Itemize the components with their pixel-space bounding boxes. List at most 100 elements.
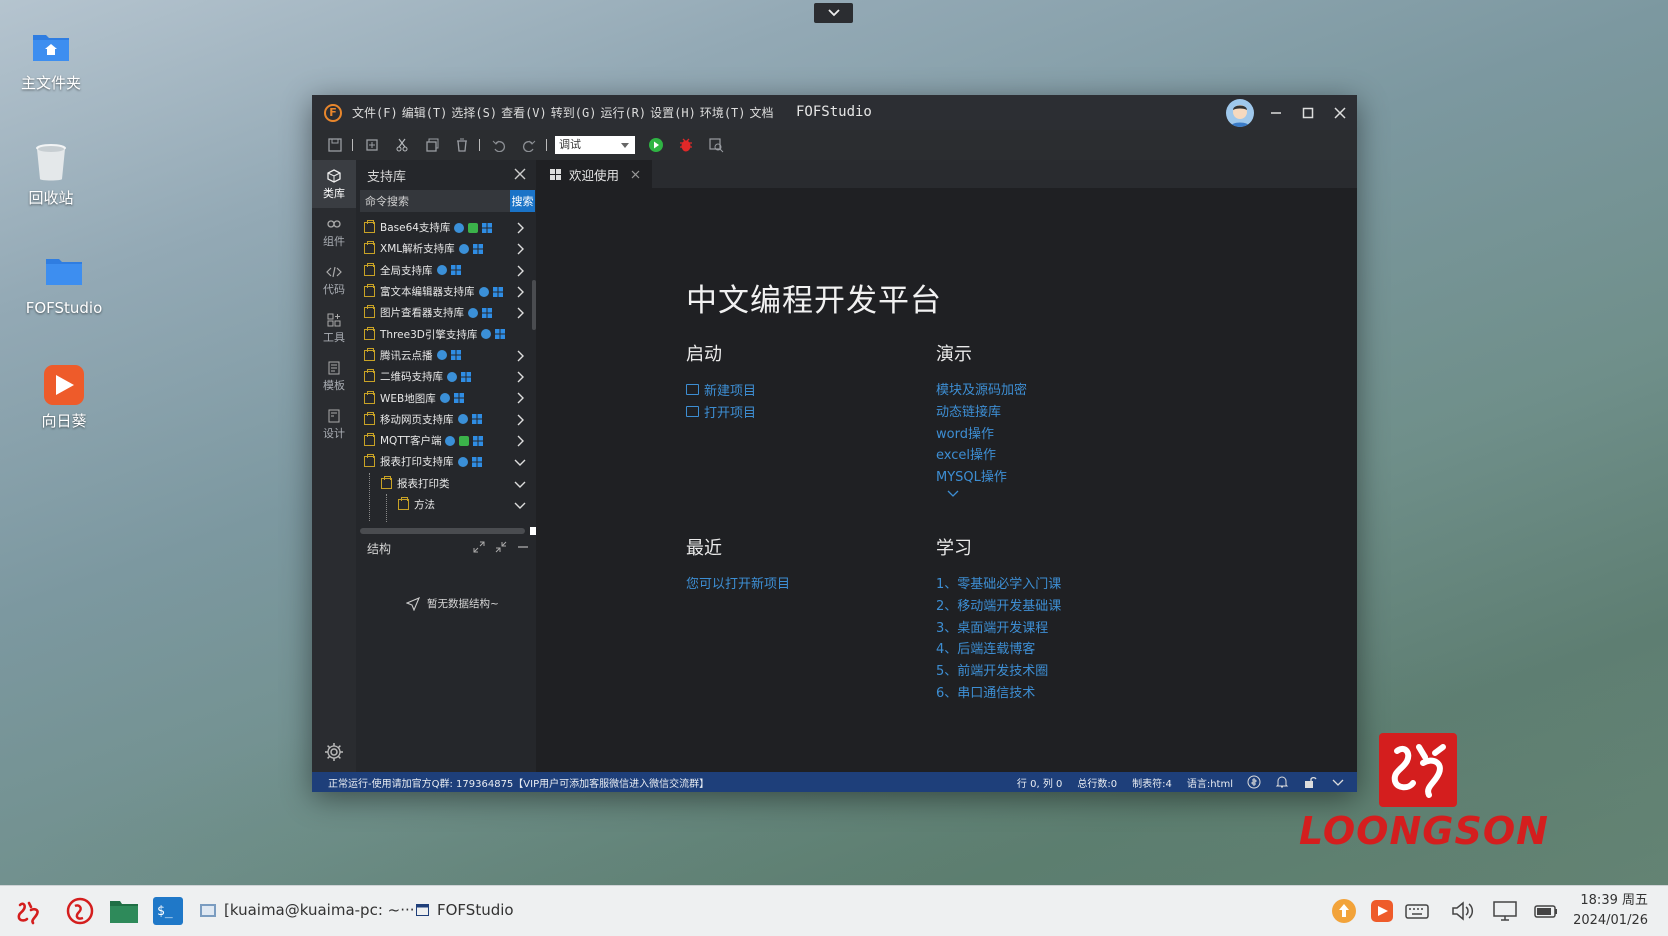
menu-goto[interactable]: 转到(G)	[551, 104, 597, 121]
learn-link[interactable]: 5、前端开发技术圈	[936, 660, 1048, 679]
activity-library[interactable]: 类库	[312, 160, 356, 208]
menu-run[interactable]: 运行(R)	[600, 104, 646, 121]
menu-environment[interactable]: 环境(T)	[700, 104, 746, 121]
learn-link[interactable]: 6、串口通信技术	[936, 682, 1035, 701]
taskbar-terminal-task[interactable]: [kuaima@kuaima-pc: ~···	[200, 901, 415, 919]
command-search-input[interactable]	[360, 190, 510, 212]
desktop-icon-trash[interactable]: 回收站	[6, 140, 96, 209]
chevron-right-icon[interactable]	[514, 265, 526, 277]
start-menu-button[interactable]	[10, 894, 46, 928]
build-mode-select[interactable]: 调试	[555, 136, 635, 154]
cut-button[interactable]	[391, 134, 413, 156]
tree-item[interactable]: 富文本编辑器支持库	[356, 281, 534, 302]
new-file-button[interactable]	[361, 134, 383, 156]
settings-button[interactable]	[322, 740, 346, 764]
language-mode[interactable]: 语言:html	[1187, 775, 1233, 790]
preview-button[interactable]	[705, 134, 727, 156]
terminal-button[interactable]: $_	[150, 894, 186, 928]
coin-icon[interactable]	[1247, 775, 1261, 789]
volume-icon[interactable]	[1449, 898, 1475, 924]
chevron-down-icon[interactable]	[947, 490, 959, 498]
tree-item[interactable]: WEB地图库	[356, 387, 534, 408]
menu-file[interactable]: 文件(F)	[352, 104, 398, 121]
tree-item[interactable]: Base64支持库	[356, 217, 534, 238]
activity-design[interactable]: 设计	[312, 400, 356, 448]
bell-icon[interactable]	[1275, 775, 1289, 789]
activity-tools[interactable]: 工具	[312, 304, 356, 352]
learn-link[interactable]: 4、后端连载博客	[936, 638, 1035, 657]
menu-docs[interactable]: 文档	[750, 104, 774, 121]
keyboard-icon[interactable]	[1404, 898, 1430, 924]
tab-size[interactable]: 制表符:4	[1132, 775, 1172, 790]
tree-item-expanded[interactable]: 报表打印类	[356, 473, 534, 494]
tree-item[interactable]: MQTT客户端	[356, 430, 534, 451]
learn-link[interactable]: 1、零基础必学入门课	[936, 573, 1061, 592]
system-clock[interactable]: 18:39 周五 2024/01/26	[1573, 891, 1648, 931]
maximize-button[interactable]	[1297, 102, 1319, 124]
activity-code[interactable]: 代码	[312, 256, 356, 304]
chevron-right-icon[interactable]	[514, 350, 526, 362]
chevron-down-icon[interactable]	[514, 499, 526, 511]
minimize-button[interactable]	[1265, 102, 1287, 124]
menu-view[interactable]: 查看(V)	[501, 104, 547, 121]
expand-icon[interactable]	[473, 541, 485, 553]
tree-item[interactable]: XML解析支持库	[356, 238, 534, 259]
tree-item[interactable]: 全局支持库	[356, 260, 534, 281]
desktop-icon-fofstudio[interactable]: FOFStudio	[19, 250, 109, 319]
search-button[interactable]: 搜索	[510, 190, 535, 212]
chevron-right-icon[interactable]	[514, 371, 526, 383]
demo-link[interactable]: excel操作	[936, 444, 996, 463]
chevron-right-icon[interactable]	[514, 286, 526, 298]
activity-component[interactable]: 组件	[312, 208, 356, 256]
chevron-right-icon[interactable]	[514, 243, 526, 255]
run-button[interactable]	[645, 134, 667, 156]
chevron-right-icon[interactable]	[514, 222, 526, 234]
chevron-right-icon[interactable]	[514, 307, 526, 319]
app-launcher-button[interactable]	[62, 894, 98, 928]
desktop-icon-sunlogin[interactable]: 向日葵	[19, 363, 109, 432]
minimize-panel-icon[interactable]	[517, 541, 529, 553]
tree-item-expanded[interactable]: 报表打印支持库	[356, 451, 534, 472]
update-icon[interactable]	[1331, 898, 1357, 924]
menu-select[interactable]: 选择(S)	[451, 104, 497, 121]
open-project-link[interactable]: 打开项目	[686, 402, 756, 421]
demo-link[interactable]: 模块及源码加密	[936, 379, 1027, 398]
activity-template[interactable]: 模板	[312, 352, 356, 400]
chevron-right-icon[interactable]	[514, 435, 526, 447]
collapse-icon[interactable]	[495, 541, 507, 553]
tree-item-expanded[interactable]: 方法	[356, 494, 534, 515]
tree-item[interactable]: 图片查看器支持库	[356, 302, 534, 323]
close-button[interactable]	[1329, 102, 1351, 124]
sunlogin-tray-icon[interactable]	[1369, 898, 1395, 924]
chevron-right-icon[interactable]	[514, 414, 526, 426]
undo-button[interactable]	[488, 134, 510, 156]
open-new-project-link[interactable]: 您可以打开新项目	[686, 573, 790, 592]
chevron-down-icon[interactable]	[514, 456, 526, 468]
user-avatar[interactable]	[1226, 99, 1254, 127]
demo-link[interactable]: 动态链接库	[936, 401, 1001, 420]
learn-link[interactable]: 3、桌面端开发课程	[936, 617, 1048, 636]
debug-button[interactable]	[675, 134, 697, 156]
file-manager-button[interactable]	[106, 894, 142, 928]
new-project-link[interactable]: 新建项目	[686, 380, 756, 399]
delete-button[interactable]	[451, 134, 473, 156]
demo-link[interactable]: MYSQL操作	[936, 466, 1007, 485]
learn-link[interactable]: 2、移动端开发基础课	[936, 595, 1061, 614]
close-icon[interactable]	[631, 170, 640, 179]
tree-item[interactable]: 移动网页支持库	[356, 409, 534, 430]
display-icon[interactable]	[1492, 898, 1518, 924]
desktop-pull-tab[interactable]	[814, 3, 853, 23]
tree-item[interactable]: 二维码支持库	[356, 366, 534, 387]
menu-edit[interactable]: 编辑(T)	[402, 104, 448, 121]
demo-link[interactable]: word操作	[936, 423, 994, 442]
chevron-down-icon[interactable]	[514, 478, 526, 490]
battery-icon[interactable]	[1533, 898, 1559, 924]
copy-button[interactable]	[421, 134, 443, 156]
cursor-position[interactable]: 行 0, 列 0	[1017, 775, 1062, 790]
tab-welcome[interactable]: 欢迎使用	[536, 160, 653, 188]
chevron-right-icon[interactable]	[514, 392, 526, 404]
close-panel-button[interactable]	[512, 166, 528, 182]
desktop-icon-home[interactable]: 主文件夹	[6, 25, 96, 94]
tree-horizontal-scrollbar[interactable]	[360, 528, 525, 534]
tree-item[interactable]: 腾讯云点播	[356, 345, 534, 366]
